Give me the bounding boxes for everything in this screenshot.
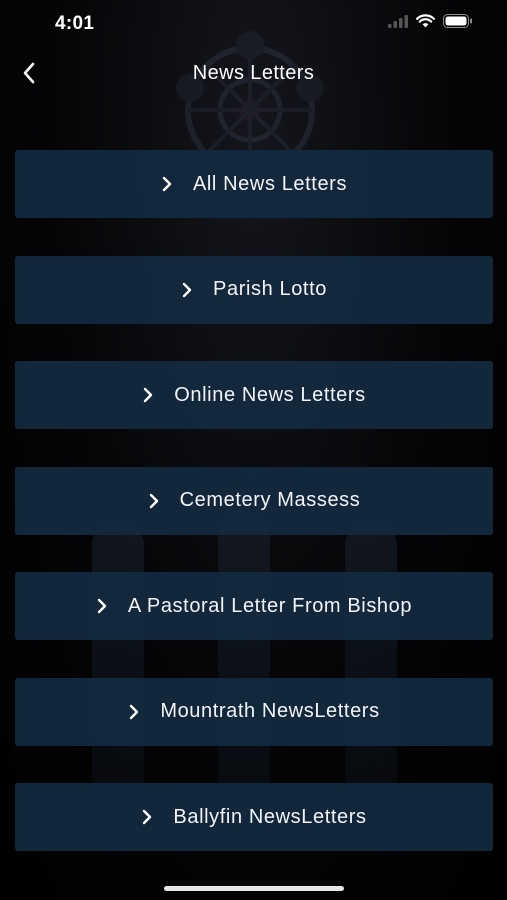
menu-item-all-news-letters[interactable]: All News Letters xyxy=(15,150,493,218)
app-screen: 4:01 News Letters All News Letters Paris… xyxy=(0,0,507,900)
wifi-icon xyxy=(416,14,435,28)
menu-item-mountrath-newsletters[interactable]: Mountrath NewsLetters xyxy=(15,677,493,746)
menu-item-label: Cemetery Massess xyxy=(179,489,361,511)
home-indicator[interactable] xyxy=(164,886,344,891)
chevron-right-icon xyxy=(97,598,107,614)
menu-item-ballyfin-newsletters[interactable]: Ballyfin NewsLetters xyxy=(15,783,493,851)
status-icons xyxy=(388,14,473,28)
menu-item-online-news-letters[interactable]: Online News Letters xyxy=(15,361,493,429)
menu-item-cemetery-massess[interactable]: Cemetery Massess xyxy=(15,466,493,535)
menu-item-label: Ballyfin NewsLetters xyxy=(173,805,367,828)
menu-item-label: Parish Lotto xyxy=(213,278,327,300)
page-title: News Letters xyxy=(192,62,315,84)
menu-item-label: Mountrath NewsLetters xyxy=(160,700,380,722)
menu-item-pastoral-letter[interactable]: A Pastoral Letter From Bishop xyxy=(15,572,493,640)
menu-item-label: All News Letters xyxy=(192,172,348,195)
newsletter-menu-list: All News Letters Parish Lotto Online New… xyxy=(15,150,493,889)
chevron-right-icon xyxy=(149,493,158,508)
chevron-right-icon xyxy=(130,704,139,719)
chevron-right-icon xyxy=(143,809,152,825)
chevron-right-icon xyxy=(162,176,172,192)
battery-icon xyxy=(443,14,472,28)
menu-item-parish-lotto[interactable]: Parish Lotto xyxy=(15,255,493,324)
signal-icon xyxy=(388,14,408,28)
menu-item-label: A Pastoral Letter From Bishop xyxy=(127,594,413,617)
chevron-right-icon xyxy=(144,387,153,403)
status-time: 4:01 xyxy=(55,13,95,34)
navigation-bar: News Letters xyxy=(0,52,507,96)
menu-item-label: Online News Letters xyxy=(174,383,366,406)
status-bar: 4:01 xyxy=(0,0,507,48)
chevron-right-icon xyxy=(182,282,192,297)
